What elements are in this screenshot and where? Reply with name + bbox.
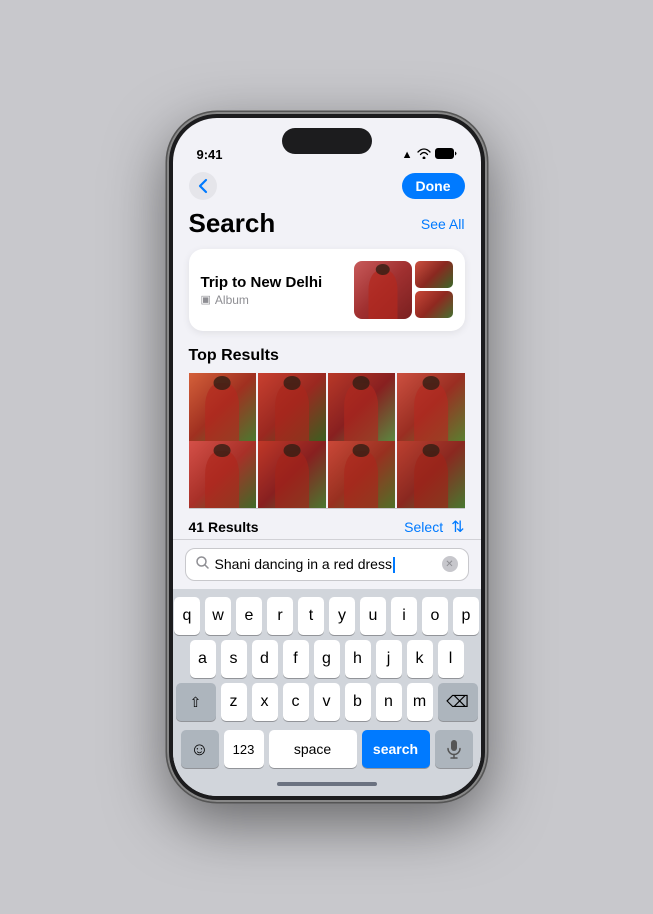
results-actions: Select ⇅ [404,517,464,537]
status-time: 9:41 [197,147,223,162]
keyboard-row-4: ☺ 123 space search [177,726,477,772]
key-x[interactable]: x [252,683,278,721]
album-thumb-main [354,261,412,319]
keyboard: q w e r t y u i o p a s [173,589,481,776]
status-icons: ▲ [402,148,457,162]
key-n[interactable]: n [376,683,402,721]
key-u[interactable]: u [360,597,386,635]
search-bar-wrap: Shani dancing in a red dress ✕ [173,539,481,589]
key-y[interactable]: y [329,597,355,635]
key-m[interactable]: m [407,683,433,721]
album-info: Trip to New Delhi ▣ Album [201,274,323,307]
album-type-icon: ▣ [201,293,211,306]
key-f[interactable]: f [283,640,309,678]
album-thumbnails [354,261,453,319]
grid-photo-1[interactable] [189,373,257,441]
key-e[interactable]: e [236,597,262,635]
shift-key[interactable]: ⇧ [176,683,216,721]
key-i[interactable]: i [391,597,417,635]
grid-photo-4[interactable] [397,373,465,441]
grid-photo-6[interactable] [258,441,326,509]
results-count: 41 Results [189,519,259,535]
key-t[interactable]: t [298,597,324,635]
key-k[interactable]: k [407,640,433,678]
sort-icon[interactable]: ⇅ [451,517,464,537]
album-card[interactable]: Trip to New Delhi ▣ Album [189,249,465,331]
key-p[interactable]: p [453,597,479,635]
select-button[interactable]: Select [404,519,443,535]
keyboard-row-1: q w e r t y u i o p [177,597,477,635]
phone-frame: 9:41 ▲ [167,112,487,802]
page-header: Search See All [189,208,465,239]
delete-key[interactable]: ⌫ [438,683,478,721]
key-q[interactable]: q [174,597,200,635]
key-j[interactable]: j [376,640,402,678]
search-input-text: Shani dancing in a red dress [215,556,436,573]
search-clear-button[interactable]: ✕ [442,556,458,572]
keyboard-row-3: ⇧ z x c v b n m ⌫ [177,683,477,721]
wifi-icon [417,148,431,162]
key-r[interactable]: r [267,597,293,635]
search-magnifier-icon [196,556,209,572]
key-l[interactable]: l [438,640,464,678]
grid-photo-7[interactable] [328,441,396,509]
dynamic-island [282,128,372,154]
key-h[interactable]: h [345,640,371,678]
key-c[interactable]: c [283,683,309,721]
photo-grid-top [189,373,465,441]
key-a[interactable]: a [190,640,216,678]
key-d[interactable]: d [252,640,278,678]
grid-photo-5[interactable] [189,441,257,509]
key-b[interactable]: b [345,683,371,721]
back-button[interactable] [189,172,217,200]
key-g[interactable]: g [314,640,340,678]
see-all-link[interactable]: See All [421,216,465,232]
bottom-area: Shani dancing in a red dress ✕ q w e r t… [173,539,481,796]
nav-bar: Done [173,168,481,208]
signal-icon: ▲ [402,149,413,161]
search-bar[interactable]: Shani dancing in a red dress ✕ [185,548,469,581]
grid-photo-3[interactable] [328,373,396,441]
keyboard-row-2: a s d f g h j k l [177,640,477,678]
home-indicator [277,782,377,786]
album-name: Trip to New Delhi [201,274,323,291]
key-s[interactable]: s [221,640,247,678]
album-thumb-stack [415,261,453,319]
mic-key[interactable] [435,730,473,768]
album-type: ▣ Album [201,293,323,307]
battery-icon [435,148,457,162]
numbers-key[interactable]: 123 [224,730,264,768]
done-button[interactable]: Done [402,173,465,199]
text-cursor [393,557,395,573]
grid-photo-8[interactable] [397,441,465,509]
key-o[interactable]: o [422,597,448,635]
grid-photo-2[interactable] [258,373,326,441]
key-v[interactable]: v [314,683,340,721]
search-key[interactable]: search [362,730,430,768]
bottom-bar [173,776,481,796]
space-key[interactable]: space [269,730,357,768]
emoji-key[interactable]: ☺ [181,730,219,768]
section-title: Top Results [189,347,465,365]
page-title: Search [189,208,276,239]
photo-grid-bottom [189,441,465,509]
key-w[interactable]: w [205,597,231,635]
screen: 9:41 ▲ [173,118,481,796]
key-z[interactable]: z [221,683,247,721]
